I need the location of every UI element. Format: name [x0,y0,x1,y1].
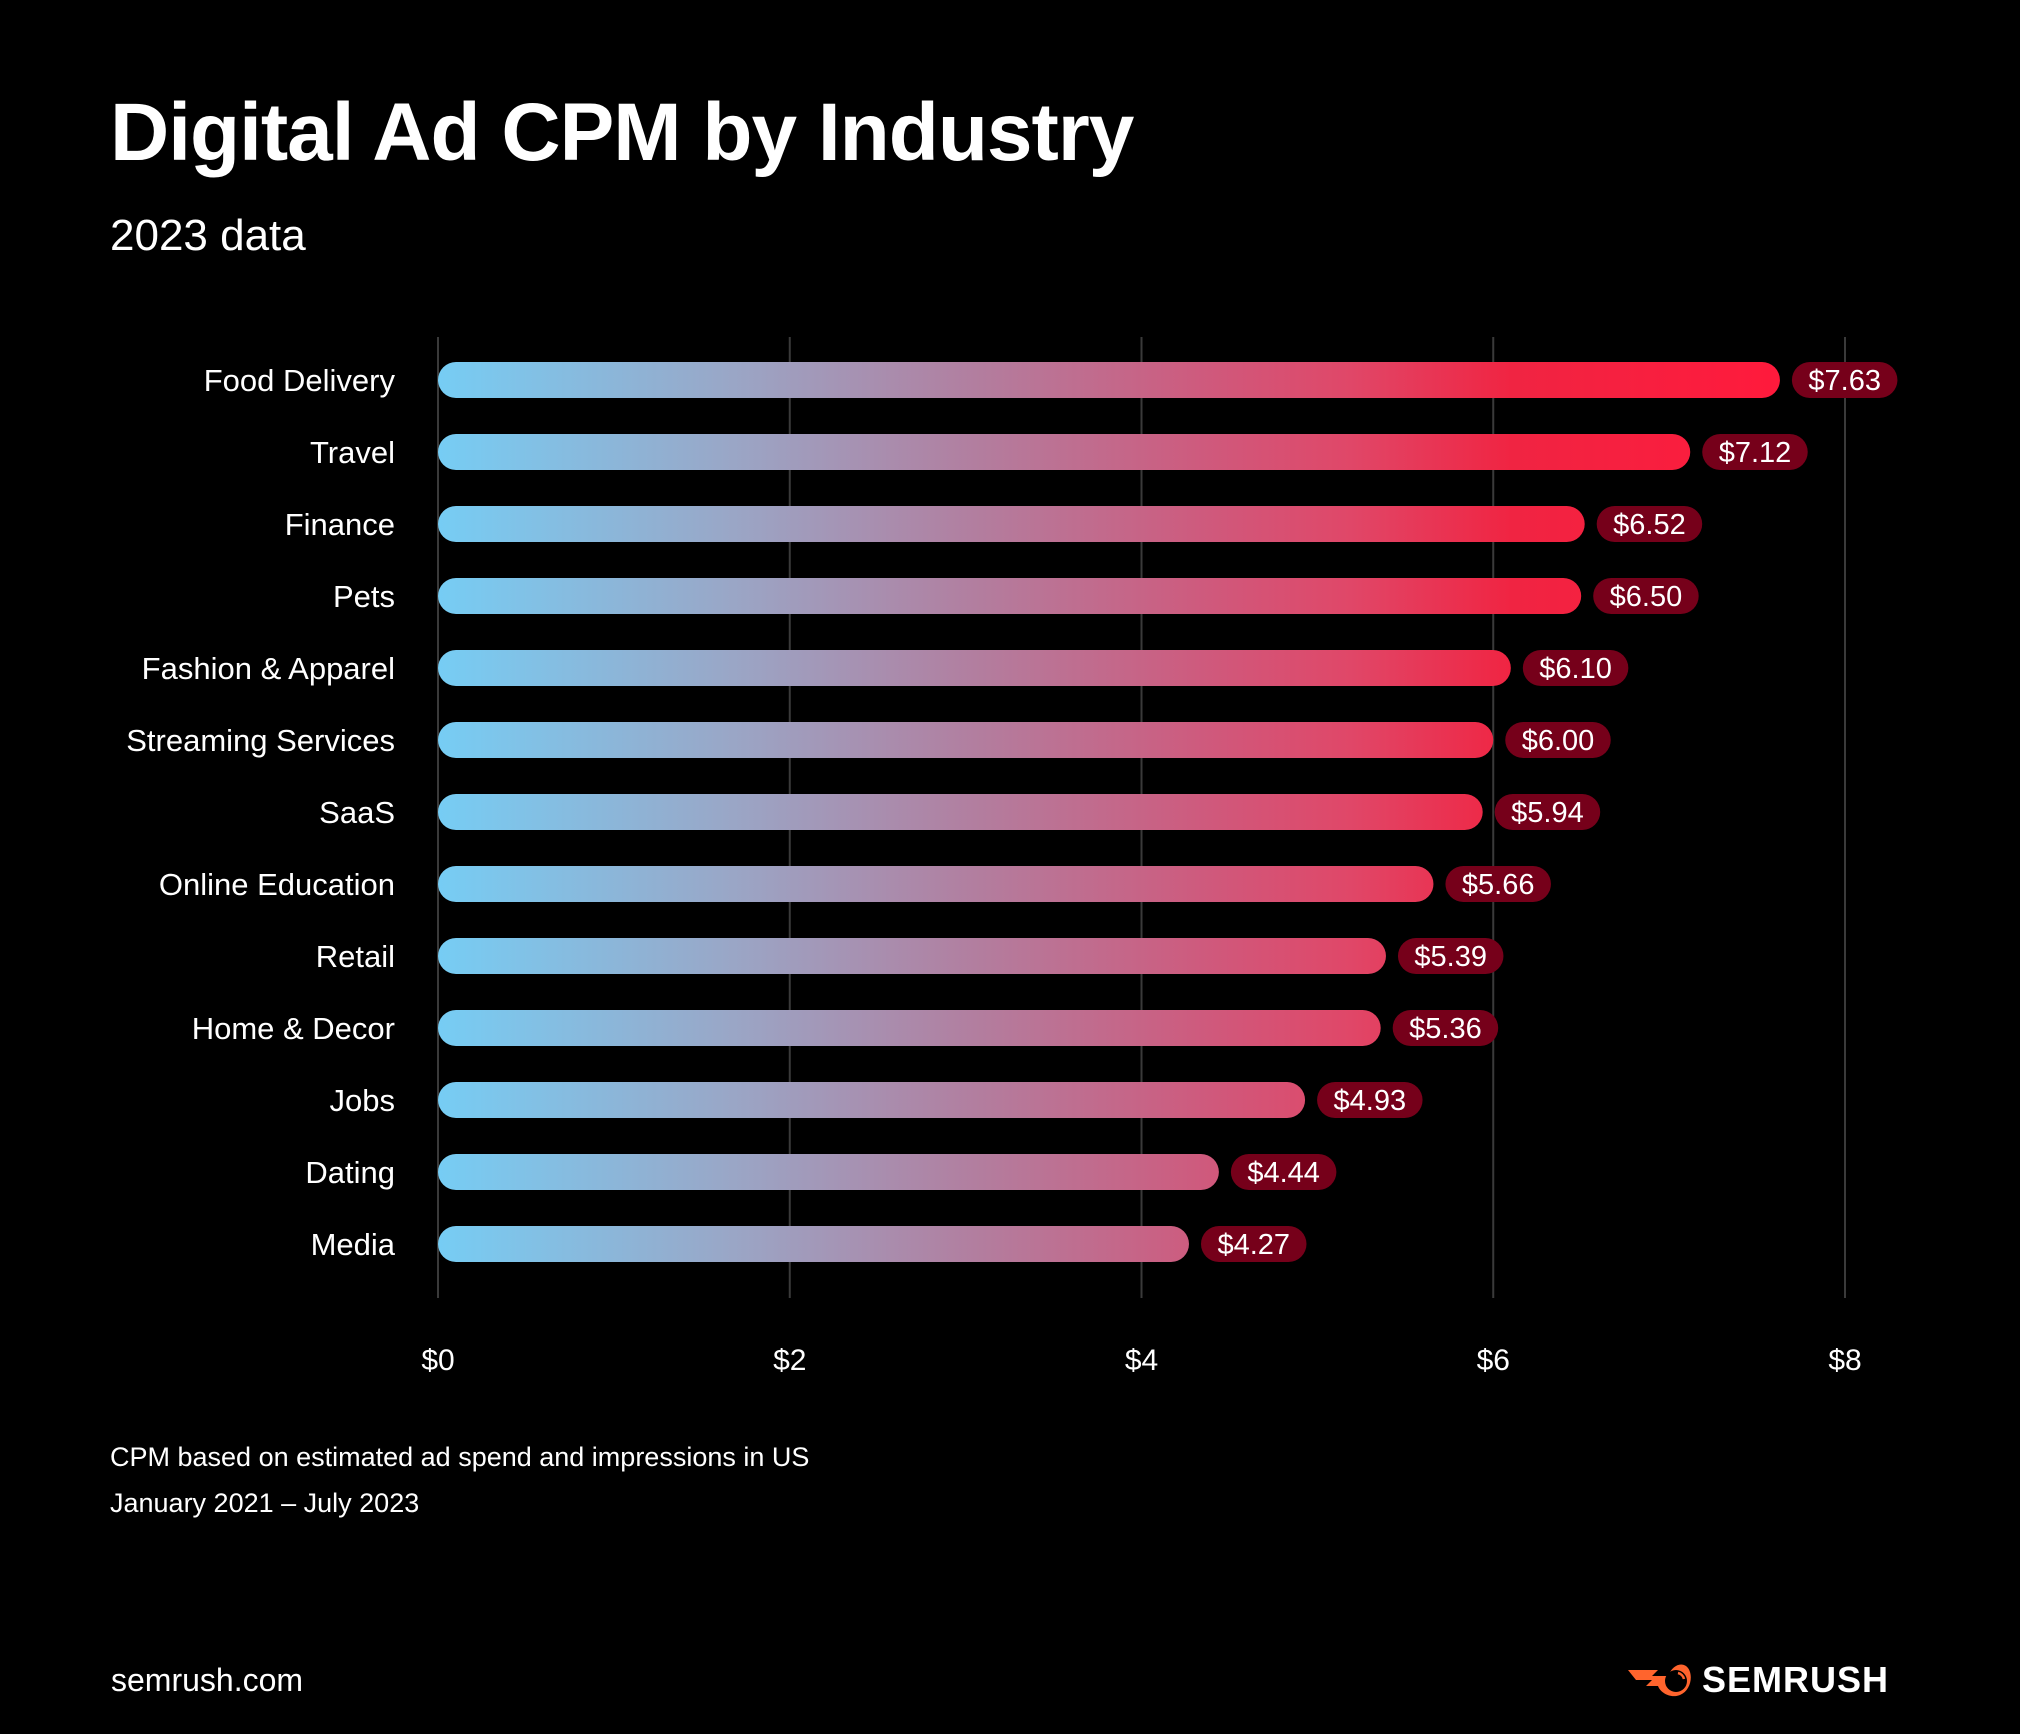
bar [438,1082,1306,1118]
bar-row: Online Education $5.66 [159,866,1551,902]
bar-row: Home & Decor $5.36 [192,1010,1499,1046]
x-tick-label: $0 [421,1344,454,1377]
bars: Food Delivery $7.63 Travel $7.12 Finance $6.5… [126,362,1898,1262]
category-label: Travel [310,435,395,470]
bar [438,1226,1189,1262]
category-label: Fashion & Apparel [142,651,395,686]
bar [438,866,1434,902]
category-label: Media [311,1227,396,1262]
category-label: Dating [305,1155,395,1190]
x-tick-label: $6 [1477,1344,1510,1377]
value-label: $6.00 [1522,725,1595,757]
bar-chart: Food Delivery $7.63 Travel $7.12 Finance $6.5… [126,337,1898,1377]
x-tick-label: $4 [1125,1344,1158,1377]
bar [438,506,1585,542]
bar-row: Fashion & Apparel $6.10 [142,650,1629,686]
bar-row: Media $4.27 [311,1226,1307,1262]
category-label: Pets [333,579,395,614]
bar [438,362,1780,398]
bar [438,1010,1381,1046]
bar [438,722,1494,758]
bar [438,650,1511,686]
bar [438,578,1582,614]
site-url: semrush.com [111,1662,304,1698]
category-label: Streaming Services [126,723,395,758]
bar-row: Finance $6.52 [285,506,1703,542]
category-label: Jobs [330,1083,395,1118]
bar-row: Retail $5.39 [316,938,1504,974]
bar-row: Travel $7.12 [310,434,1808,470]
value-label: $6.10 [1539,653,1612,685]
x-tick-label: $8 [1828,1344,1861,1377]
value-label: $5.36 [1409,1013,1482,1045]
bar-row: SaaS $5.94 [319,794,1601,830]
value-label: $6.50 [1610,581,1683,613]
value-label: $4.93 [1334,1085,1407,1117]
value-label: $7.63 [1808,365,1881,397]
value-label: $7.12 [1719,437,1792,469]
semrush-fireball-icon [1628,1664,1691,1697]
value-label: $6.52 [1613,509,1686,541]
bar-row: Pets $6.50 [333,578,1699,614]
category-label: Finance [285,507,395,542]
bar-row: Streaming Services $6.00 [126,722,1611,758]
semrush-logo: SEMRUSH [1628,1660,1889,1700]
category-label: Online Education [159,867,395,902]
category-label: SaaS [319,795,395,830]
bar-row: Food Delivery $7.63 [204,362,1898,398]
value-label: $5.39 [1414,941,1487,973]
footnote-date-range: January 2021 – July 2023 [110,1488,420,1518]
value-label: $5.66 [1462,869,1535,901]
bar-row: Jobs $4.93 [330,1082,1423,1118]
x-tick-label: $2 [773,1344,806,1377]
bar [438,794,1483,830]
x-axis-ticks: $0 $2 $4 $6 $8 [421,1344,1861,1377]
bar [438,434,1691,470]
footnote-methodology: CPM based on estimated ad spend and impr… [110,1442,810,1472]
bar-row: Dating $4.44 [305,1154,1337,1190]
bar [438,938,1386,974]
category-label: Food Delivery [204,363,396,398]
value-label: $4.44 [1247,1157,1320,1189]
brand-name: SEMRUSH [1702,1659,1890,1700]
value-label: $4.27 [1217,1229,1290,1261]
value-label: $5.94 [1511,797,1584,829]
bar [438,1154,1219,1190]
category-label: Retail [316,939,395,974]
category-label: Home & Decor [192,1011,395,1046]
